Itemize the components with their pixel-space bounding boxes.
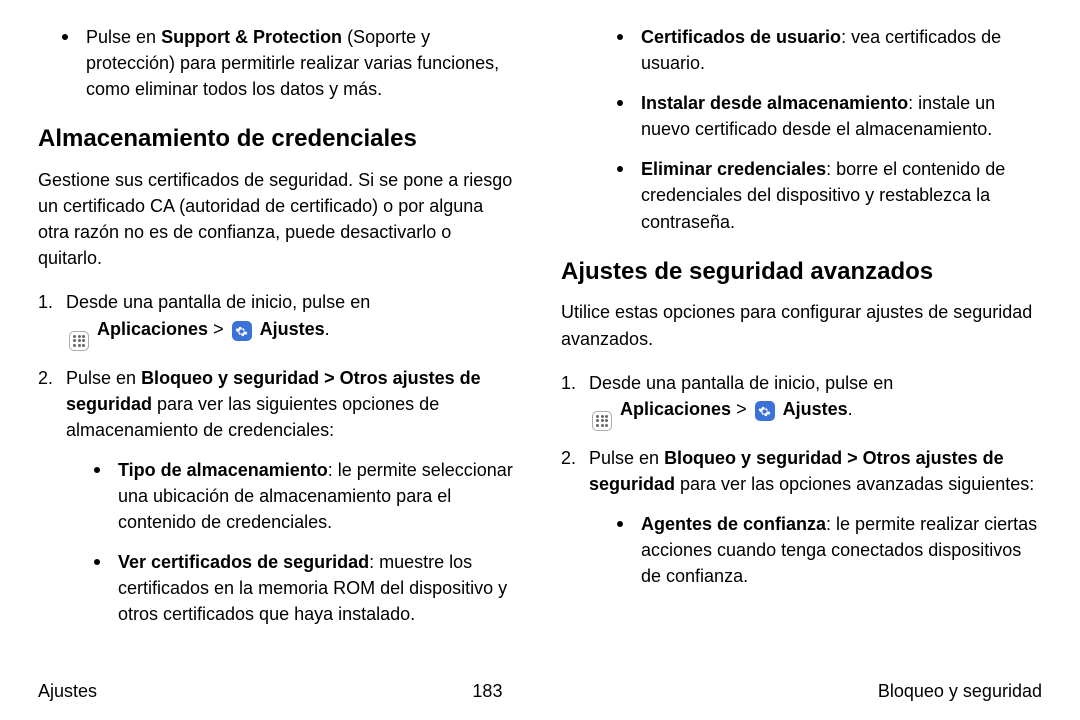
content-columns: Pulse en Support & Protection (Soporte y… [38,24,1042,664]
intro-paragraph: Utilice estas opciones para configurar a… [561,299,1042,351]
text: Pulse en [589,448,664,468]
step-2: 2. Pulse en Bloqueo y seguridad > Otros … [561,445,1042,603]
bullet-text: Eliminar credenciales: borre el contenid… [641,156,1042,234]
text: Pulse en [66,368,141,388]
step-number: 2. [561,445,589,603]
apps-grid-icon [69,331,89,351]
intro-paragraph: Gestione sus certificados de seguridad. … [38,167,519,271]
bullet-storage-type: Tipo de almacenamiento: le permite selec… [66,457,519,535]
step-body: Pulse en Bloqueo y seguridad > Otros aju… [589,445,1042,603]
text-bold: Certificados de usuario [641,27,841,47]
left-column: Pulse en Support & Protection (Soporte y… [38,24,519,664]
step-number: 1. [38,289,66,350]
text-bold: Ver certificados de seguridad [118,552,369,572]
heading-advanced-security: Ajustes de seguridad avanzados [561,255,1042,290]
bullet-support-protection: Pulse en Support & Protection (Soporte y… [38,24,519,102]
sub-bullet-list: Tipo de almacenamiento: le permite selec… [66,457,519,628]
bullet-view-certs: Ver certificados de seguridad: muestre l… [66,549,519,627]
text-bold: Support & Protection [161,27,342,47]
text: . [848,399,853,419]
text-bold: Instalar desde almacenamiento [641,93,908,113]
text: Desde una pantalla de inicio, pulse en [66,292,370,312]
step-1: 1. Desde una pantalla de inicio, pulse e… [38,289,519,350]
page-footer: Ajustes 183 Bloqueo y seguridad [38,678,1042,704]
bullet-install-storage: Instalar desde almacenamiento: instale u… [561,90,1042,142]
text: . [325,319,330,339]
bullet-dot-icon [617,100,623,106]
bullet-text: Agentes de confianza: le permite realiza… [641,511,1042,589]
gear-icon [232,321,252,341]
text: Pulse en [86,27,161,47]
text: Desde una pantalla de inicio, pulse en [589,373,893,393]
step-body: Desde una pantalla de inicio, pulse en A… [66,289,370,350]
text-bold: Ajustes [260,319,325,339]
bullet-dot-icon [62,34,68,40]
text-bold: Eliminar credenciales [641,159,826,179]
step-body: Pulse en Bloqueo y seguridad > Otros aju… [66,365,519,642]
apps-grid-icon [592,411,612,431]
text: > [731,399,752,419]
bullet-dot-icon [617,34,623,40]
bullet-text: Certificados de usuario: vea certificado… [641,24,1042,76]
bullet-user-certs: Certificados de usuario: vea certificado… [561,24,1042,76]
step-body: Desde una pantalla de inicio, pulse en A… [589,370,893,431]
footer-right: Bloqueo y seguridad [878,678,1042,704]
bullet-clear-credentials: Eliminar credenciales: borre el contenid… [561,156,1042,234]
text: para ver las opciones avanzadas siguient… [675,474,1034,494]
bullet-trust-agents: Agentes de confianza: le permite realiza… [589,511,1042,589]
bullet-text: Tipo de almacenamiento: le permite selec… [118,457,519,535]
footer-left: Ajustes [38,678,97,704]
bullet-text: Instalar desde almacenamiento: instale u… [641,90,1042,142]
bullet-dot-icon [617,521,623,527]
text-bold: Ajustes [783,399,848,419]
step-2: 2. Pulse en Bloqueo y seguridad > Otros … [38,365,519,642]
step-1: 1. Desde una pantalla de inicio, pulse e… [561,370,1042,431]
text-bold: Aplicaciones [97,319,208,339]
gear-icon [755,401,775,421]
heading-credential-storage: Almacenamiento de credenciales [38,122,519,157]
footer-page-number: 183 [472,678,502,704]
sub-bullet-list: Agentes de confianza: le permite realiza… [589,511,1042,589]
bullet-dot-icon [94,559,100,565]
bullet-text: Pulse en Support & Protection (Soporte y… [86,24,519,102]
step-number: 1. [561,370,589,431]
bullet-dot-icon [94,467,100,473]
bullet-text: Ver certificados de seguridad: muestre l… [118,549,519,627]
bullet-dot-icon [617,166,623,172]
text: > [208,319,229,339]
text-bold: Tipo de almacenamiento [118,460,328,480]
step-number: 2. [38,365,66,642]
text-bold: Aplicaciones [620,399,731,419]
right-column: Certificados de usuario: vea certificado… [561,24,1042,664]
text-bold: Agentes de confianza [641,514,826,534]
